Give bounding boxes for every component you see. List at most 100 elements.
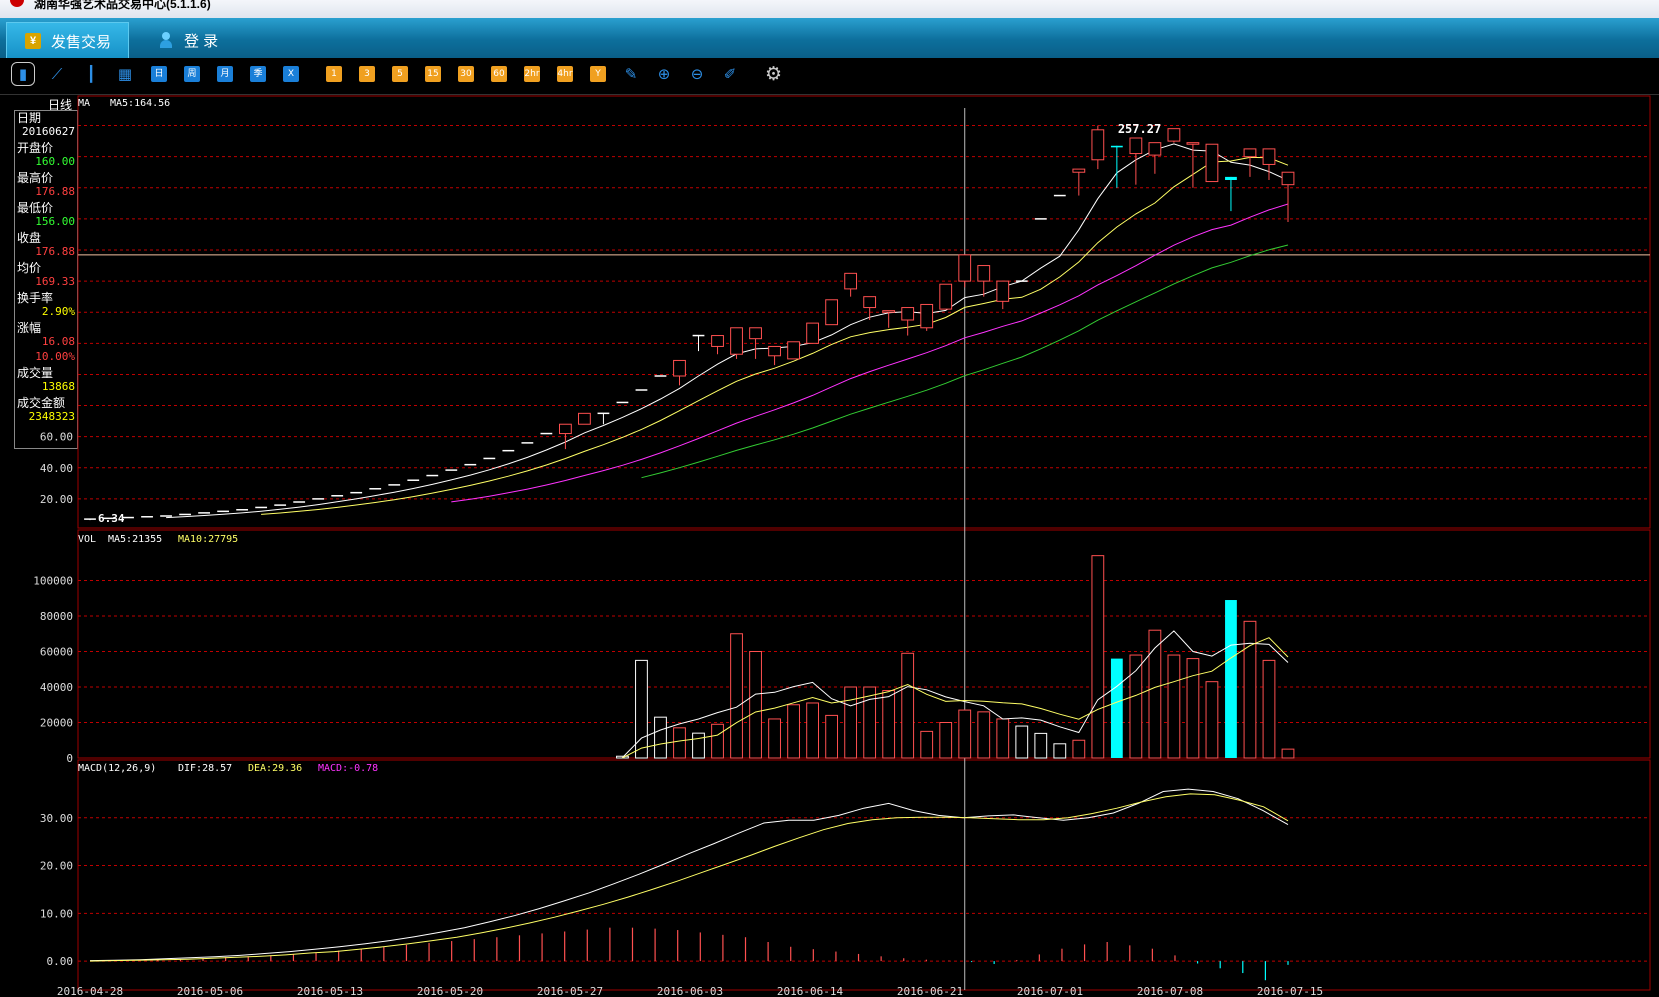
candle-body [806,322,819,344]
vol-legend-ma5: MA5:21355 [108,534,162,545]
ma-legend-ma5: MA5:164.56 [110,98,170,109]
info-value-0: 20160627 [22,125,75,138]
line-chart-icon[interactable]: ⟋ [49,66,65,82]
candle-body [863,296,877,309]
macd-y-tick-0: 0.00 [47,955,74,968]
period-button-4[interactable]: X [283,66,299,82]
window-title-bar: 湖南华强艺术品交易中心(5.1.1.6) [0,0,1659,18]
candle-body [559,423,572,435]
draw-icon[interactable]: ✐ [722,66,738,82]
macd-panel-frame [77,759,1651,991]
main-tab-bar: ¥ 发售交易 登 录 [0,18,1659,59]
minute-button-5[interactable]: 60 [491,66,507,82]
volume-bar [1129,654,1143,759]
candle-body [578,412,591,425]
minute-button-8[interactable]: Y [590,66,606,82]
volume-bar [749,651,762,759]
info-label-3: 最低价 [17,201,54,215]
vol-legend-ma10: MA10:27795 [178,534,238,545]
minute-button-6[interactable]: 2hr [524,66,540,82]
volume-panel-frame [77,529,1651,759]
volume-bar [1034,732,1048,759]
candle-body [1243,148,1257,158]
kline-chart[interactable]: 20.0040.0060.00257.276.34MA MA5:164.56020… [0,0,1659,997]
candle-body [730,327,743,355]
window-title: 湖南华强艺术品交易中心(5.1.1.6) [34,0,211,11]
volume-bar [635,659,648,759]
volume-y-tick-3: 60000 [40,646,73,659]
volume-y-tick-4: 80000 [40,610,73,623]
x-axis-date-8: 2016-07-01 [1017,985,1083,997]
price-panel-frame [77,95,1651,529]
x-axis-date-3: 2016-05-20 [417,985,483,997]
candle-body [787,341,800,360]
volume-bar [1186,658,1200,759]
ma5-line [166,143,1289,519]
tab-sale-trading[interactable]: ¥ 发售交易 [6,22,129,59]
candlestick-icon[interactable]: ┃ [83,66,99,82]
x-axis-date-10: 2016-07-15 [1257,985,1323,997]
info-label-10: 成交金额 [17,396,66,410]
volume-bar [673,727,686,759]
info-value-2: 176.88 [35,185,75,198]
candle-body [1167,128,1181,142]
ma-legend-name: MA [78,98,90,109]
macd-dif-line [89,788,1289,962]
volume-bar [977,711,991,759]
user-icon [158,32,174,48]
volume-bar [1205,681,1219,759]
minute-button-1[interactable]: 3 [359,66,375,82]
edit-icon[interactable]: ✎ [623,66,639,82]
macd-y-tick-1: 10.00 [40,907,73,920]
volume-bar [616,755,629,759]
calendar-icon[interactable]: ▦ [117,66,133,82]
minute-button-7[interactable]: 4hr [557,66,573,82]
gear-icon[interactable]: ⚙ [765,65,782,84]
volume-bar [844,686,858,759]
volume-bar [901,652,915,759]
candle-body [1072,168,1086,173]
volume-bar [939,722,953,759]
volume-ma5-line [622,630,1289,758]
macd-legend-macd: MACD:-0.78 [318,763,378,774]
period-button-0[interactable]: 日 [151,66,167,82]
volume-bar [996,718,1010,759]
minute-button-3[interactable]: 15 [425,66,441,82]
volume-bar [1015,725,1029,759]
chart-toolbar: ▮ ⟋ ┃ ▦ 日 周 月 季 X 1 3 5 15 30 60 2hr 4hr Y ✎ ⊕ ⊖ ✐ ⚙ [0,58,1659,95]
volume-y-tick-1: 20000 [40,717,73,730]
volume-bar [1281,748,1295,759]
candle-body [711,335,724,347]
volume-bar [787,704,800,759]
minute-button-0[interactable]: 1 [326,66,342,82]
x-axis-date-7: 2016-06-21 [897,985,963,997]
period-button-2[interactable]: 月 [217,66,233,82]
info-label-9: 成交量 [17,366,54,380]
bar-chart-icon[interactable]: ▮ [11,62,35,86]
volume-bar [806,702,819,759]
info-label-1: 开盘价 [17,141,54,155]
tab-login[interactable]: 登 录 [140,22,250,58]
minute-button-2[interactable]: 5 [392,66,408,82]
candle-body [1110,145,1123,148]
zoom-in-icon[interactable]: ⊕ [656,66,672,82]
volume-bar [730,633,743,759]
macd-legend-name: MACD(12,26,9) [78,763,156,774]
macd-dea-line [89,793,1289,962]
info-value-3: 156.00 [35,215,75,228]
candle-body [1186,142,1200,145]
volume-bar [1243,620,1257,759]
period-button-1[interactable]: 周 [184,66,200,82]
x-axis-date-1: 2016-05-06 [177,985,243,997]
period-button-3[interactable]: 季 [250,66,266,82]
info-value-9: 13868 [41,380,75,393]
price-y-tick-1: 40.00 [40,462,73,475]
volume-bar [882,690,896,759]
info-value-4: 176.88 [35,245,75,258]
zoom-out-icon[interactable]: ⊖ [689,66,705,82]
candle-body [749,327,762,340]
price-low-label: 6.34 [98,512,125,525]
candle-body [1148,142,1162,156]
volume-bar [958,709,972,759]
minute-button-4[interactable]: 30 [458,66,474,82]
